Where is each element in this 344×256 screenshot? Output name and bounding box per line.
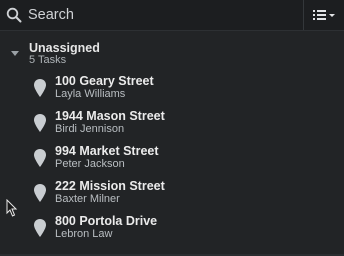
map-pin-icon xyxy=(34,184,46,202)
task-person: Peter Jackson xyxy=(55,158,125,170)
task-item[interactable]: 994 Market Street Peter Jackson xyxy=(0,144,344,176)
task-item[interactable]: 800 Portola Drive Lebron Law xyxy=(0,214,344,246)
map-pin-icon xyxy=(34,149,46,167)
group-title: Unassigned xyxy=(29,41,100,55)
map-pin-icon xyxy=(34,79,46,97)
group-header-unassigned[interactable]: Unassigned 5 Tasks xyxy=(0,38,344,66)
caret-down-icon[interactable] xyxy=(11,51,19,56)
search-bar xyxy=(0,0,344,31)
task-person: Lebron Law xyxy=(55,228,113,240)
list-menu-button[interactable] xyxy=(311,7,341,23)
task-person: Birdi Jennison xyxy=(55,123,125,135)
group-task-count: 5 Tasks xyxy=(29,54,67,66)
toolbar-divider xyxy=(303,0,304,30)
task-item[interactable]: 100 Geary Street Layla Williams xyxy=(0,74,344,106)
search-icon xyxy=(6,7,22,23)
task-address: 222 Mission Street xyxy=(55,179,165,193)
task-address: 994 Market Street xyxy=(55,144,159,158)
task-person: Layla Williams xyxy=(55,88,126,100)
map-pin-icon xyxy=(34,114,46,132)
task-address: 100 Geary Street xyxy=(55,74,154,88)
task-address: 1944 Mason Street xyxy=(55,109,165,123)
task-person: Baxter Milner xyxy=(55,193,120,205)
task-item[interactable]: 222 Mission Street Baxter Milner xyxy=(0,179,344,211)
task-item[interactable]: 1944 Mason Street Birdi Jennison xyxy=(0,109,344,141)
task-address: 800 Portola Drive xyxy=(55,214,158,228)
map-pin-icon xyxy=(34,219,46,237)
mouse-cursor-icon xyxy=(6,199,18,217)
list-menu-icon xyxy=(313,10,335,20)
search-input[interactable] xyxy=(28,5,278,25)
